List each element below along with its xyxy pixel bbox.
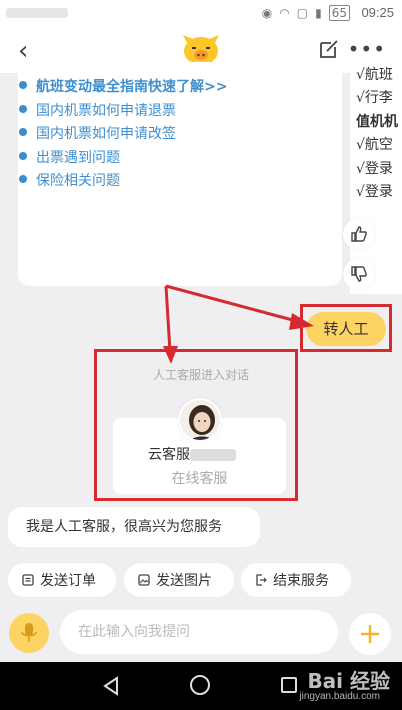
system-recent-icon[interactable] xyxy=(281,677,297,693)
message-input[interactable] xyxy=(60,610,338,654)
status-icons: ◉ ◠ ▢ ▮ 65 xyxy=(262,5,350,21)
more-actions-button[interactable] xyxy=(349,613,391,655)
sim-icon: ▢ xyxy=(296,6,309,20)
faq-link-rebook[interactable]: 国内机票如何申请改签 xyxy=(18,123,227,147)
microphone-icon xyxy=(21,623,37,642)
image-icon xyxy=(138,574,150,586)
send-order-button[interactable]: 发送订单 xyxy=(8,563,116,597)
eye-icon: ◉ xyxy=(261,6,273,20)
side-line: 值机机 xyxy=(356,113,398,130)
signal-icon: ▮ xyxy=(315,6,322,20)
plus-icon xyxy=(361,625,379,643)
annotation-box-button xyxy=(300,304,392,352)
thumbs-up-button[interactable] xyxy=(343,218,375,250)
thumbs-down-icon xyxy=(351,266,367,282)
annotation-box-agent xyxy=(94,349,298,501)
agent-message-bubble: 我是人工客服，很高兴为您服务 xyxy=(8,507,260,547)
voice-button[interactable] xyxy=(9,613,49,653)
send-image-button[interactable]: 发送图片 xyxy=(124,563,234,597)
battery-icon: 65 xyxy=(328,5,350,21)
system-back-icon[interactable] xyxy=(102,676,120,696)
watermark: Bai 经验 xyxy=(307,669,390,693)
side-line[interactable]: √航空 xyxy=(356,134,398,157)
status-bar: ◉ ◠ ▢ ▮ 65 09:25 xyxy=(0,0,402,26)
side-line[interactable]: √登录 xyxy=(356,158,398,181)
wifi-icon: ◠ xyxy=(279,6,290,20)
faq-link-flight-change[interactable]: 航班变动最全指南快速了解>> xyxy=(18,76,227,100)
side-line[interactable]: √行李 xyxy=(356,87,398,110)
order-icon xyxy=(22,574,34,586)
exit-icon xyxy=(256,574,267,586)
send-image-label: 发送图片 xyxy=(156,573,212,589)
edit-icon[interactable] xyxy=(318,38,340,60)
faq-link-refund[interactable]: 国内机票如何申请退票 xyxy=(18,100,227,124)
end-service-label: 结束服务 xyxy=(273,573,329,589)
watermark-url: jingyan.baidu.com xyxy=(299,691,380,702)
system-home-icon[interactable] xyxy=(190,675,210,695)
thumbs-down-button[interactable] xyxy=(343,258,375,290)
side-line[interactable]: √登录 xyxy=(356,181,398,204)
more-icon[interactable]: ••• xyxy=(348,37,386,61)
faq-link-insurance[interactable]: 保险相关问题 xyxy=(18,170,227,194)
faq-list: 航班变动最全指南快速了解>> 国内机票如何申请退票 国内机票如何申请改签 出票遇… xyxy=(18,76,227,194)
faq-link-ticketing[interactable]: 出票遇到问题 xyxy=(18,147,227,171)
end-service-button[interactable]: 结束服务 xyxy=(241,563,351,597)
send-order-label: 发送订单 xyxy=(40,573,96,589)
thumbs-up-icon xyxy=(351,226,367,242)
status-time: 09:25 xyxy=(361,5,394,20)
side-line[interactable]: √航班 xyxy=(356,64,398,87)
status-left-blurred xyxy=(6,8,68,18)
